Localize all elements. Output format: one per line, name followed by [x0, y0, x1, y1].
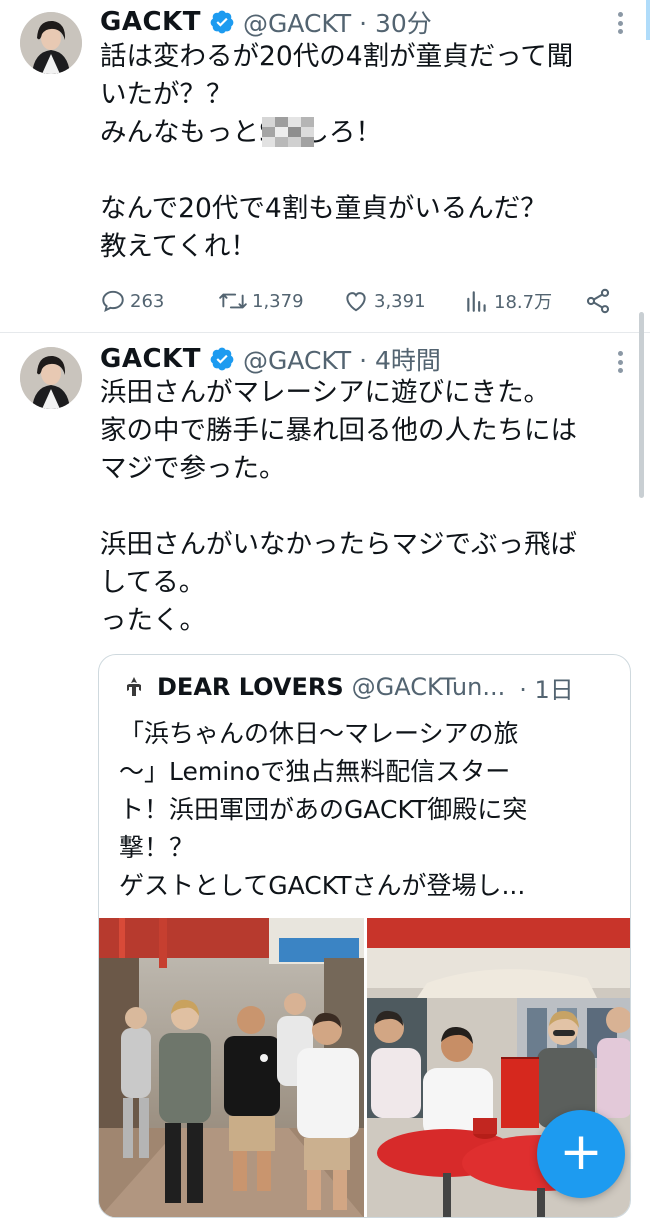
tweet-line: ったく。 [100, 605, 206, 636]
more-options-icon[interactable] [618, 347, 626, 377]
quoted-line: 撃！？ [119, 833, 195, 862]
tweet-actions: 263 1,379 3,391 18.7万 [100, 284, 620, 318]
tweet-line: いたが？？ [100, 79, 233, 110]
avatar[interactable] [20, 347, 82, 409]
like-icon [346, 292, 366, 312]
views-button[interactable]: 18.7万 [464, 284, 552, 318]
retweet-icon [219, 293, 247, 309]
tweet-line [100, 488, 630, 526]
reply-count: 263 [130, 290, 165, 312]
tweet-line: 家の中で勝手に暴れ回る他の人たちには [100, 415, 577, 446]
tweet-header: GACKT @GACKT · 4時間 [100, 339, 441, 379]
quoted-line: ゲストとしてGACKTさんが登場し... [119, 871, 526, 900]
tweet-line: なんで20代で4割も童貞がいるんだ？ [100, 193, 547, 224]
share-icon [586, 288, 610, 314]
quoted-display-name[interactable]: DEAR LOVERS [157, 673, 344, 701]
share-button[interactable] [584, 284, 616, 318]
avatar[interactable] [20, 12, 82, 74]
retweet-count: 1,379 [252, 290, 304, 312]
tweet-1[interactable]: GACKT @GACKT · 30分 話は変わるが20代の4割が童貞だって聞 い… [0, 0, 650, 332]
censor-mosaic [262, 117, 314, 147]
quoted-tweet-text: 「浜ちゃんの休日〜マレーシアの旅 〜」Leminoで独占無料配信スター ト！浜田… [119, 715, 619, 905]
tweet-line: マジで参った。 [100, 453, 286, 484]
quoted-time: · 1日 [519, 675, 574, 704]
views-count: 18.7万 [494, 292, 553, 313]
display-name[interactable]: GACKT [100, 344, 201, 374]
like-count: 3,391 [374, 290, 426, 312]
tweet-line: 話は変わるが20代の4割が童貞だって聞 [100, 41, 574, 72]
retweet-button[interactable]: 1,379 [218, 284, 304, 318]
tweet-text: 話は変わるが20代の4割が童貞だって聞 いたが？？ みんなもっとS Xしろ！ な… [100, 38, 630, 266]
more-options-icon[interactable] [618, 8, 626, 38]
verified-badge-icon [210, 347, 234, 371]
tweet-line [100, 152, 630, 190]
handle-and-time[interactable]: @GACKT · 30分 [243, 4, 432, 40]
compose-icon: + [559, 1122, 603, 1182]
quoted-line: 「浜ちゃんの休日〜マレーシアの旅 [119, 719, 519, 748]
dear-lovers-logo-icon [121, 674, 147, 700]
tweet-line: してる。 [100, 567, 206, 598]
tweet-line: 浜田さんがいなかったらマジでぶっ飛ば [100, 529, 577, 560]
display-name[interactable]: GACKT [100, 7, 201, 37]
quoted-handle[interactable]: @GACKTun... [352, 673, 506, 701]
reply-icon [102, 290, 124, 313]
quoted-line: 〜」Leminoで独占無料配信スター [119, 757, 511, 786]
views-icon [467, 291, 486, 312]
handle-and-time[interactable]: @GACKT · 4時間 [243, 341, 441, 377]
tweet-header: GACKT @GACKT · 30分 [100, 2, 432, 42]
tweet-text: 浜田さんがマレーシアに遊びにきた。 家の中で勝手に暴れ回る他の人たちには マジで… [100, 374, 630, 640]
verified-badge-icon [210, 10, 234, 34]
compose-button[interactable]: + [537, 1110, 625, 1198]
tweet-line: 浜田さんがマレーシアに遊びにきた。 [100, 377, 550, 408]
quoted-tweet-header: DEAR LOVERS @GACKTun... · 1日 [121, 667, 574, 707]
reply-button[interactable]: 263 [100, 284, 164, 318]
like-button[interactable]: 3,391 [342, 284, 426, 318]
tweet-line: 教えてくれ！ [100, 231, 257, 262]
media-image-street[interactable] [99, 918, 364, 1217]
quoted-line: ト！浜田軍団があのGACKT御殿に突 [119, 795, 528, 824]
tweet-line: みんなもっとS Xしろ！ [100, 117, 382, 148]
